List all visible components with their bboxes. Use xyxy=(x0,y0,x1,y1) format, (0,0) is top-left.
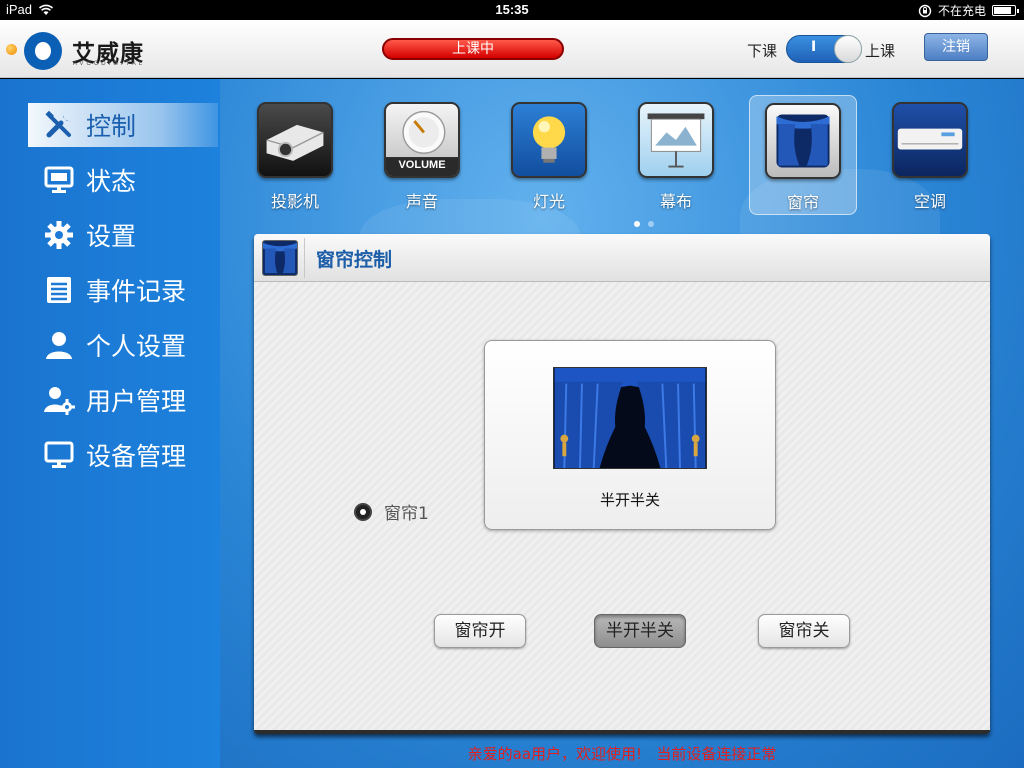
curtain-select-row[interactable]: 窗帘1 xyxy=(354,499,429,524)
device-label: 幕布 xyxy=(659,192,692,211)
logo-dot-icon xyxy=(6,44,17,55)
sidebar-item-event-log[interactable]: 事件记录 xyxy=(28,268,218,312)
volume-icon-text: VOLUME xyxy=(398,159,446,171)
device-lighting[interactable]: 灯光 xyxy=(504,95,594,215)
curtain-half-button[interactable]: 半开半关 xyxy=(594,614,686,648)
app-header: 艾威康 AVCCDIGITAL 上课中 下课 I 上课 注销 xyxy=(0,20,1024,78)
logout-button[interactable]: 注销 xyxy=(924,33,988,61)
curtain-radio-button[interactable] xyxy=(354,502,372,521)
curtain-state-text: 半开半关 xyxy=(599,491,660,509)
screen-icon xyxy=(638,102,714,178)
logo-icon xyxy=(24,32,62,70)
curtain-icon xyxy=(765,103,841,179)
sidebar-item-user-management[interactable]: 用户管理 xyxy=(28,378,218,422)
sidebar-item-status[interactable]: 状态 xyxy=(28,158,218,202)
device-volume[interactable]: VOLUME 声音 xyxy=(377,95,467,215)
device-label: 灯光 xyxy=(532,192,565,211)
person-icon xyxy=(42,328,76,362)
sidebar-item-personal-settings[interactable]: 个人设置 xyxy=(28,323,218,367)
sidebar-item-label: 用户管理 xyxy=(86,387,187,416)
sidebar-item-settings[interactable]: 设置 xyxy=(28,213,218,257)
lightbulb-icon xyxy=(511,102,587,178)
tools-icon xyxy=(42,108,76,142)
curtain-control-panel: 窗帘控制 窗帘1 半开半关 窗帘开 半开半关 窗帘关 xyxy=(254,234,990,734)
curtain-open-button[interactable]: 窗帘开 xyxy=(434,614,526,648)
device-label: 窗帘 xyxy=(786,193,819,212)
sidebar-item-label: 事件记录 xyxy=(86,277,187,306)
curtain-name-label: 窗帘1 xyxy=(384,504,429,524)
battery-icon xyxy=(992,5,1019,16)
class-toggle-switch[interactable]: I xyxy=(786,35,862,63)
page-dot xyxy=(634,221,640,227)
sidebar-item-label: 控制 xyxy=(86,112,137,141)
curtain-close-button[interactable]: 窗帘关 xyxy=(758,614,850,648)
divider xyxy=(304,238,305,278)
device-curtain[interactable]: 窗帘 xyxy=(749,95,857,215)
class-status-badge: 上课中 xyxy=(382,38,564,60)
toggle-knob[interactable] xyxy=(834,35,862,63)
device-label: 空调 xyxy=(913,192,946,211)
class-end-label: 下课 xyxy=(747,42,778,60)
status-time: 15:35 xyxy=(495,2,529,17)
page-dot xyxy=(648,221,654,227)
rotation-lock-icon xyxy=(918,4,932,17)
sidebar-item-label: 个人设置 xyxy=(86,332,187,361)
ios-status-bar: iPad 15:35 不在充电 xyxy=(0,0,1024,20)
device-label: 投影机 xyxy=(270,192,319,211)
charging-status: 不在充电 xyxy=(937,4,986,18)
panel-header: 窗帘控制 xyxy=(254,234,990,282)
sidebar: 控制 状态 设置 事件记录 个人设置 用户管理 设备管理 xyxy=(0,79,220,768)
gear-icon xyxy=(42,218,76,252)
panel-title: 窗帘控制 xyxy=(316,249,393,271)
monitor-status-icon xyxy=(42,163,76,197)
main-content: 投影机 VOLUME 声音 灯光 幕布 窗帘 空调 窗帘控制 窗帘1 半开半关 … xyxy=(220,79,1024,768)
page-indicator xyxy=(634,221,654,227)
air-conditioner-icon xyxy=(892,102,968,178)
list-icon xyxy=(42,273,76,307)
device-projector[interactable]: 投影机 xyxy=(250,95,340,215)
curtain-status-card: 半开半关 xyxy=(484,340,776,530)
desktop-icon xyxy=(42,438,76,472)
curtain-image xyxy=(553,367,707,469)
class-start-label: 上课 xyxy=(865,42,896,60)
device-label: 声音 xyxy=(405,192,438,211)
device-screen[interactable]: 幕布 xyxy=(631,95,721,215)
sidebar-item-device-management[interactable]: 设备管理 xyxy=(28,433,218,477)
curtain-icon xyxy=(262,240,298,276)
sidebar-item-label: 设置 xyxy=(86,222,137,251)
sidebar-item-label: 设备管理 xyxy=(86,442,187,471)
footer-status-message: 亲爱的aa用户，欢迎使用! 当前设备连接正常 xyxy=(467,745,777,763)
volume-knob-icon: VOLUME xyxy=(384,102,460,178)
device-air-conditioner[interactable]: 空调 xyxy=(885,95,975,215)
logo-subtitle: AVCCDIGITAL xyxy=(73,61,146,67)
user-gear-icon xyxy=(42,383,76,417)
toggle-on-mark: I xyxy=(811,39,817,55)
sidebar-item-control[interactable]: 控制 xyxy=(28,103,218,147)
projector-icon xyxy=(257,102,333,178)
sidebar-item-label: 状态 xyxy=(86,167,137,196)
